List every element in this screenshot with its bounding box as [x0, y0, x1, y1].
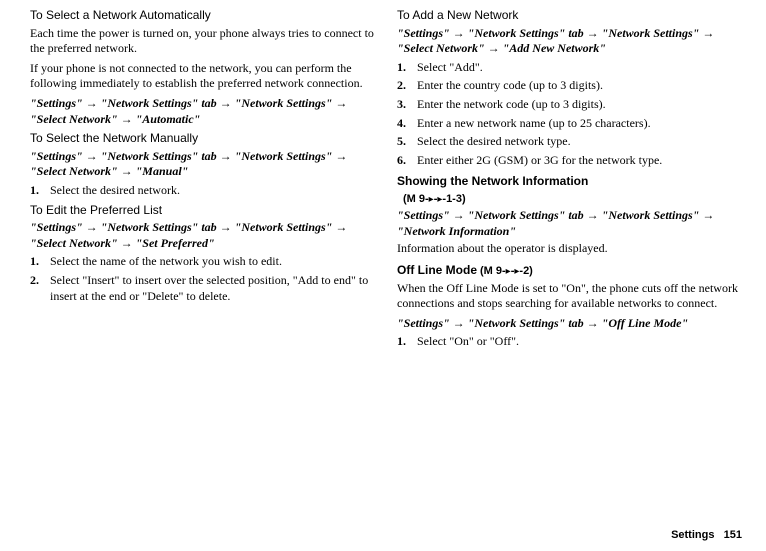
step-item: 1. Select "On" or "Off". [397, 334, 742, 350]
menu-code: (M 9-▸-▸-2) [480, 265, 533, 277]
step-number: 1. [30, 183, 50, 199]
heading-add-network: To Add a New Network [397, 8, 742, 24]
paragraph: If your phone is not connected to the ne… [30, 61, 375, 92]
menu-code: (M 9-▸-▸-1-3) [403, 192, 742, 206]
step-text: Enter the network code (up to 3 digits). [417, 97, 742, 113]
step-text: Select the desired network. [50, 183, 375, 199]
footer-section: Settings [671, 529, 714, 541]
two-column-layout: To Select a Network Automatically Each t… [30, 8, 742, 518]
nav-path: "Settings" → "Network Settings" tab → "N… [30, 220, 375, 251]
heading-network-info-wrap: Showing the Network Information [397, 174, 742, 190]
step-item: 6. Enter either 2G (GSM) or 3G for the n… [397, 153, 742, 169]
heading-edit-preferred: To Edit the Preferred List [30, 203, 375, 219]
step-text: Select "Insert" to insert over the selec… [50, 273, 375, 304]
heading-manual-network: To Select the Network Manually [30, 131, 375, 147]
paragraph: When the Off Line Mode is set to "On", t… [397, 281, 742, 312]
step-text: Select "On" or "Off". [417, 334, 742, 350]
step-text: Enter either 2G (GSM) or 3G for the netw… [417, 153, 742, 169]
step-number: 1. [397, 334, 417, 350]
heading-auto-network: To Select a Network Automatically [30, 8, 375, 24]
nav-path: "Settings" → "Network Settings" tab → "O… [397, 316, 742, 332]
step-text: Select "Add". [417, 60, 742, 76]
step-number: 3. [397, 97, 417, 113]
step-item: 2. Select "Insert" to insert over the se… [30, 273, 375, 304]
menu-code-part: -2) [519, 265, 532, 277]
paragraph: Each time the power is turned on, your p… [30, 26, 375, 57]
paragraph: Information about the operator is displa… [397, 241, 742, 257]
menu-code-part: (M 9- [403, 193, 429, 205]
step-item: 4. Enter a new network name (up to 25 ch… [397, 116, 742, 132]
nav-path: "Settings" → "Network Settings" tab → "N… [30, 96, 375, 127]
right-column: To Add a New Network "Settings" → "Netwo… [397, 8, 742, 518]
step-item: 1. Select the desired network. [30, 183, 375, 199]
step-number: 1. [30, 254, 50, 270]
menu-code-part: -1-3) [442, 193, 465, 205]
step-number: 5. [397, 134, 417, 150]
step-item: 3. Enter the network code (up to 3 digit… [397, 97, 742, 113]
nav-path: "Settings" → "Network Settings" tab → "N… [397, 208, 742, 239]
step-item: 1. Select the name of the network you wi… [30, 254, 375, 270]
step-item: 5. Select the desired network type. [397, 134, 742, 150]
step-number: 6. [397, 153, 417, 169]
heading-offline-mode: Off Line Mode [397, 263, 477, 277]
step-number: 4. [397, 116, 417, 132]
nav-path: "Settings" → "Network Settings" tab → "N… [30, 149, 375, 180]
step-text: Enter the country code (up to 3 digits). [417, 78, 742, 94]
left-column: To Select a Network Automatically Each t… [30, 8, 375, 518]
heading-network-info: Showing the Network Information [397, 174, 588, 188]
step-text: Enter a new network name (up to 25 chara… [417, 116, 742, 132]
page-footer: Settings 151 [30, 528, 742, 542]
heading-offline-mode-wrap: Off Line Mode (M 9-▸-▸-2) [397, 263, 742, 279]
menu-code-part: (M 9- [480, 265, 506, 277]
step-number: 2. [397, 78, 417, 94]
footer-page-number: 151 [724, 529, 742, 541]
step-number: 2. [30, 273, 50, 304]
step-text: Select the name of the network you wish … [50, 254, 375, 270]
step-number: 1. [397, 60, 417, 76]
step-text: Select the desired network type. [417, 134, 742, 150]
step-item: 2. Enter the country code (up to 3 digit… [397, 78, 742, 94]
nav-path: "Settings" → "Network Settings" tab → "N… [397, 26, 742, 57]
step-item: 1. Select "Add". [397, 60, 742, 76]
